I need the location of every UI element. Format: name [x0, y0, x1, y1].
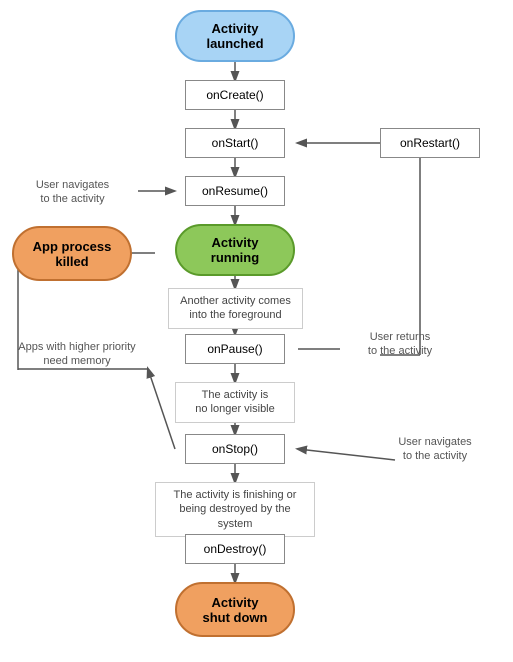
activity-finishing-text: The activity is finishing or being destr…	[155, 482, 315, 537]
user-navigates-bottom-text: User navigates to the activity	[398, 435, 471, 464]
user-returns-text: User returns to the activity	[368, 330, 432, 359]
activity-running-node: Activity running	[175, 224, 295, 276]
activity-launched-label: Activity launched	[206, 21, 263, 51]
on-start-label: onStart()	[212, 136, 259, 150]
on-destroy-node: onDestroy()	[185, 534, 285, 564]
on-pause-node: onPause()	[185, 334, 285, 364]
app-process-killed-node: App process killed	[12, 226, 132, 281]
user-navigates-top-label: User navigates to the activity	[10, 178, 135, 207]
another-activity-label: Another activity comes into the foregrou…	[180, 294, 291, 323]
app-process-killed-label: App process killed	[33, 239, 112, 269]
on-pause-label: onPause()	[207, 342, 262, 356]
apps-priority-text: Apps with higher priority need memory	[18, 340, 135, 369]
on-stop-node: onStop()	[185, 434, 285, 464]
another-activity-text: Another activity comes into the foregrou…	[168, 288, 303, 329]
activity-shut-down-label: Activity shut down	[203, 595, 268, 625]
on-stop-label: onStop()	[212, 442, 258, 456]
user-navigates-bottom-label: User navigates to the activity	[375, 435, 495, 464]
activity-finishing-label: The activity is finishing or being destr…	[161, 488, 309, 531]
on-restart-label: onRestart()	[400, 136, 460, 150]
activity-launched-node: Activity launched	[175, 10, 295, 62]
activity-no-longer-visible-text: The activity is no longer visible	[175, 382, 295, 423]
on-resume-label: onResume()	[202, 184, 268, 198]
lifecycle-diagram: Activity launched onCreate() onStart() o…	[0, 0, 513, 662]
user-navigates-top-text: User navigates to the activity	[36, 178, 109, 207]
on-restart-node: onRestart()	[380, 128, 480, 158]
on-create-label: onCreate()	[206, 88, 263, 102]
activity-running-label: Activity running	[211, 235, 259, 265]
activity-shut-down-node: Activity shut down	[175, 582, 295, 637]
apps-priority-label: Apps with higher priority need memory	[2, 340, 152, 369]
on-create-node: onCreate()	[185, 80, 285, 110]
activity-no-longer-visible-label: The activity is no longer visible	[195, 388, 275, 417]
on-resume-node: onResume()	[185, 176, 285, 206]
on-destroy-label: onDestroy()	[204, 542, 267, 556]
user-returns-label: User returns to the activity	[340, 330, 460, 359]
on-start-node: onStart()	[185, 128, 285, 158]
